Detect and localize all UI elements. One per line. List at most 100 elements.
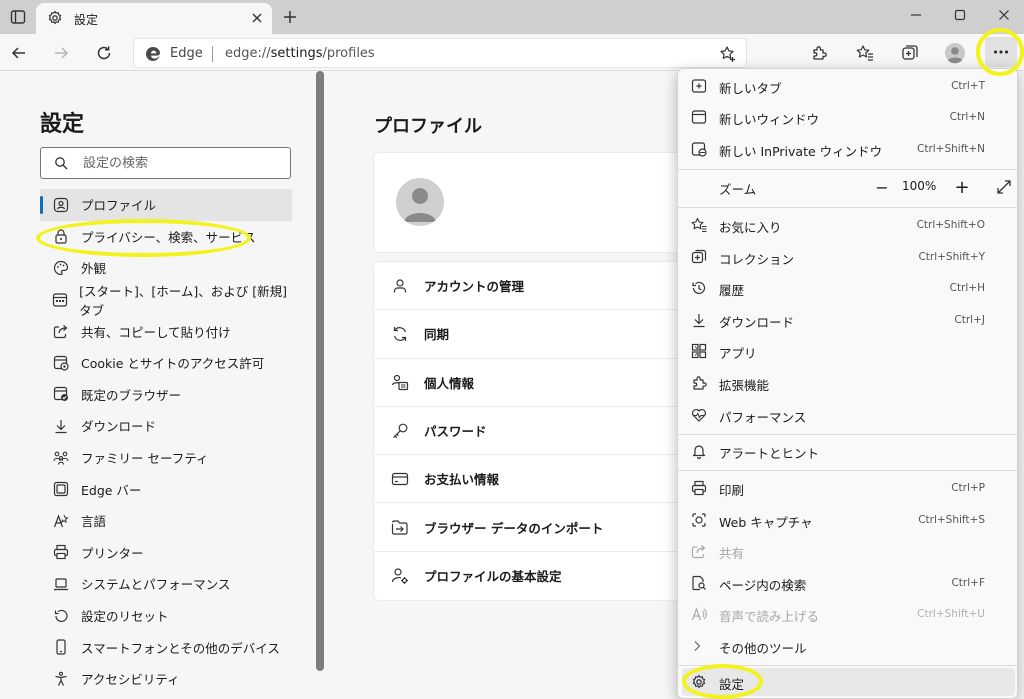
share-icon (52, 322, 70, 340)
menu-label: アプリ (719, 346, 757, 361)
key-icon (390, 421, 410, 441)
plus-icon: + (954, 176, 970, 198)
read-aloud-icon (690, 605, 708, 623)
menu-shortcut: Ctrl+Shift+U (917, 608, 985, 620)
minimize-icon[interactable] (904, 4, 928, 26)
sidebar-item-reset[interactable]: 設定のリセット (40, 600, 292, 632)
refresh-icon[interactable] (91, 40, 117, 66)
sidebar-item-label: ファミリー セーフティ (81, 451, 209, 467)
favorites-star-icon[interactable] (852, 40, 878, 66)
sidebar-item-label: システムとパフォーマンス (81, 577, 231, 593)
menu-item-new-tab[interactable]: 新しいタブ Ctrl+T (682, 72, 1015, 100)
profile-row-manage-account[interactable]: アカウントの管理 (374, 262, 694, 311)
settings-sidebar: 設定 プロファイル プライバシー、検索、サービス 外観 [スタート]、[ホーム]… (0, 71, 324, 699)
settings-and-more-button[interactable] (985, 37, 1017, 67)
sidebar-item-languages[interactable]: 言語 (40, 505, 292, 537)
profile-avatar[interactable] (942, 40, 968, 66)
menu-item-print[interactable]: 印刷 Ctrl+P (682, 474, 1015, 502)
sidebar-item-phone-devices[interactable]: スマートフォンとその他のデバイス (40, 631, 292, 663)
sidebar-scrollbar[interactable] (316, 71, 324, 671)
gear-icon (46, 9, 64, 27)
menu-shortcut: Ctrl+H (949, 282, 985, 294)
extensions-puzzle-icon[interactable] (806, 40, 832, 66)
sidebar-item-share-copy[interactable]: 共有、コピーして貼り付け (40, 315, 292, 347)
edge-bar-icon (52, 480, 70, 498)
share-icon (690, 542, 708, 560)
menu-item-new-inprivate[interactable]: 新しい InPrivate ウィンドウ Ctrl+Shift+N (682, 135, 1015, 163)
sidebar-item-label: 言語 (81, 514, 107, 530)
sidebar-item-default-browser[interactable]: 既定のブラウザー (40, 379, 292, 411)
menu-label: コレクション (719, 252, 795, 267)
menu-item-new-window[interactable]: 新しいウィンドウ Ctrl+N (682, 103, 1015, 131)
family-icon (52, 449, 70, 467)
accessibility-icon (52, 670, 70, 688)
heart-pulse-icon (690, 406, 708, 424)
tab-settings[interactable]: 設定 (36, 3, 272, 34)
search-input[interactable] (83, 153, 283, 173)
collections-icon[interactable] (897, 40, 923, 66)
url-text: edge://settings/profiles (225, 46, 375, 61)
address-bar[interactable]: Edge edge://settings/profiles (133, 38, 747, 68)
menu-item-alerts-tips[interactable]: アラートとヒント (682, 437, 1015, 465)
profile-row-sync[interactable]: 同期 (374, 310, 694, 359)
forward-arrow-icon[interactable] (48, 40, 74, 66)
add-favorite-icon[interactable] (718, 44, 738, 64)
menu-item-share[interactable]: 共有 (682, 537, 1015, 565)
menu-item-collections[interactable]: コレクション Ctrl+Shift+Y (682, 243, 1015, 271)
menu-label: ズーム (719, 182, 757, 197)
fullscreen-icon[interactable] (992, 173, 1016, 201)
new-tab-plus-icon[interactable] (280, 7, 300, 27)
zoom-level: 100% (902, 179, 937, 193)
zoom-in-button[interactable]: + (950, 173, 974, 201)
maximize-icon[interactable] (948, 4, 972, 26)
back-arrow-icon[interactable] (6, 40, 32, 66)
sidebar-item-start-home-newtab[interactable]: [スタート]、[ホーム]、および [新規] タブ (40, 284, 292, 318)
profile-row-passwords[interactable]: パスワード (374, 407, 694, 456)
sidebar-item-cookies[interactable]: Cookie とサイトのアクセス許可 (40, 347, 292, 379)
settings-search[interactable] (40, 147, 291, 179)
menu-item-read-aloud[interactable]: 音声で読み上げる Ctrl+Shift+U (682, 600, 1015, 628)
avatar[interactable] (396, 178, 444, 226)
menu-label: 印刷 (719, 483, 745, 498)
menu-item-history[interactable]: 履歴 Ctrl+H (682, 274, 1015, 302)
menu-label: Web キャプチャ (719, 515, 813, 530)
menu-shortcut: Ctrl+Shift+O (916, 219, 985, 231)
menu-label: 音声で読み上げる (719, 609, 820, 624)
sidebar-item-edge-bar[interactable]: Edge バー (40, 473, 292, 505)
sidebar-item-label: 設定のリセット (81, 609, 169, 625)
zoom-out-button[interactable]: − (870, 173, 894, 201)
menu-item-more-tools[interactable]: その他のツール (682, 632, 1015, 660)
sidebar-item-downloads[interactable]: ダウンロード (40, 410, 292, 442)
profile-row-payment-info[interactable]: お支払い情報 (374, 455, 694, 504)
window-close-icon[interactable] (992, 4, 1016, 26)
sidebar-item-accessibility[interactable]: アクセシビリティ (40, 663, 292, 695)
sidebar-item-label: 共有、コピーして貼り付け (81, 324, 231, 340)
site-name: Edge (170, 46, 203, 61)
menu-item-favorites[interactable]: お気に入り Ctrl+Shift+O (682, 211, 1015, 239)
menu-item-downloads[interactable]: ダウンロード Ctrl+J (682, 306, 1015, 334)
sidebar-item-family-safety[interactable]: ファミリー セーフティ (40, 442, 292, 474)
sidebar-item-label: アクセシビリティ (81, 672, 180, 688)
sidebar-item-printers[interactable]: プリンター (40, 537, 292, 569)
tab-title: 設定 (74, 13, 99, 27)
profile-row-personal-info[interactable]: 個人情報 (374, 359, 694, 407)
sidebar-item-appearance[interactable]: 外観 (40, 252, 292, 284)
profile-row-label: アカウントの管理 (424, 279, 525, 295)
menu-item-performance[interactable]: パフォーマンス (682, 401, 1015, 429)
menu-item-settings[interactable]: 設定 (682, 668, 1015, 696)
profile-row-preferences[interactable]: プロファイルの基本設定 (374, 552, 694, 600)
sidebar-title: 設定 (40, 112, 85, 137)
sidebar-item-privacy[interactable]: プライバシー、検索、サービス (40, 221, 292, 253)
sidebar-item-profile[interactable]: プロファイル (40, 189, 292, 221)
menu-item-web-capture[interactable]: Web キャプチャ Ctrl+Shift+S (682, 506, 1015, 534)
sidebar-item-system-performance[interactable]: システムとパフォーマンス (40, 568, 292, 600)
menu-item-apps[interactable]: アプリ (682, 337, 1015, 365)
profile-row-import-data[interactable]: ブラウザー データのインポート (374, 503, 694, 552)
collections-icon (690, 248, 708, 266)
menu-item-find-on-page[interactable]: ページ内の検索 Ctrl+F (682, 569, 1015, 597)
find-in-page-icon (690, 574, 708, 592)
sync-icon (390, 324, 410, 344)
menu-item-extensions[interactable]: 拡張機能 (682, 369, 1015, 397)
tab-actions-icon[interactable] (4, 4, 32, 30)
close-icon[interactable] (248, 9, 266, 27)
